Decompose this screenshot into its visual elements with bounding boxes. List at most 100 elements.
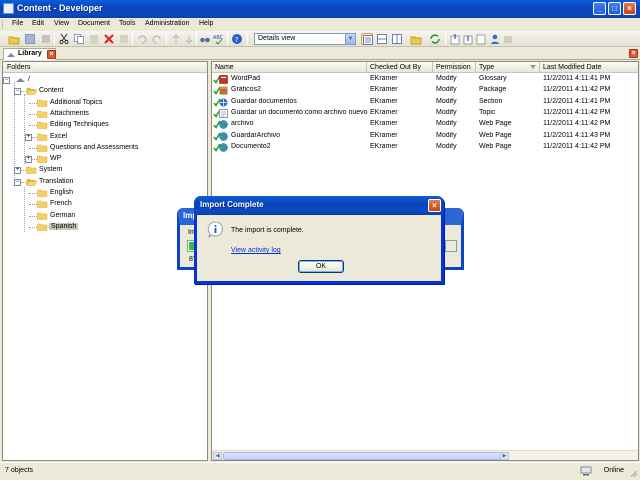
document-icon[interactable] [475, 33, 487, 45]
menu-tools[interactable]: Tools [119, 20, 135, 27]
table-row[interactable]: Documento2 EKramer Modify Web Page 11/2/2011… [212, 142, 638, 153]
progress-dialog-button[interactable] [445, 240, 457, 252]
folder-icon [37, 155, 48, 163]
tree-line [29, 125, 37, 127]
scroll-right-icon[interactable]: ▶ [500, 452, 509, 460]
chevron-down-icon[interactable]: ▼ [345, 34, 355, 44]
scroll-left-icon[interactable]: ◀ [213, 452, 222, 460]
expand-icon[interactable]: + [25, 133, 32, 141]
expand-icon[interactable]: + [14, 167, 21, 175]
new-folder-icon[interactable] [410, 33, 422, 45]
cell-name: GuardarArchivo [231, 131, 281, 139]
close-button[interactable]: × [623, 2, 636, 15]
folder-icon [37, 189, 48, 197]
column-header-name[interactable]: Name [212, 62, 367, 73]
view-mode-select[interactable]: Details view ▼ [254, 33, 356, 45]
window-title: Content - Developer [17, 3, 103, 13]
cell-name: Guardar documentos [231, 97, 297, 105]
help-icon[interactable]: ? [231, 33, 243, 45]
toolbar-separator [247, 33, 248, 45]
tree-line [29, 113, 37, 115]
dialog-close-button[interactable]: × [428, 199, 441, 212]
cell-permission: Modify [436, 86, 457, 94]
menu-help[interactable]: Help [199, 20, 213, 27]
cell-modified: 11/2/2011 4:11:42 PM [543, 120, 611, 128]
folder-icon [26, 88, 37, 95]
expand-icon[interactable]: + [25, 156, 32, 164]
cell-checked-out-by: EKramer [370, 142, 398, 150]
paste-icon[interactable] [88, 33, 100, 45]
minimize-button[interactable]: _ [593, 2, 606, 15]
check-out-icon[interactable] [462, 33, 474, 45]
user-icon[interactable] [489, 33, 501, 45]
refresh-icon[interactable] [429, 33, 441, 45]
save-icon[interactable] [24, 33, 36, 45]
tree-item-label: Translation [39, 177, 74, 185]
cell-name: Documento2 [231, 142, 271, 150]
collapse-icon[interactable]: − [14, 178, 21, 186]
table-row[interactable]: GuardarArchivo EKramer Modify Web Page 11/2/… [212, 131, 638, 142]
copy-icon[interactable] [73, 33, 85, 45]
table-row[interactable]: archivo EKramer Modify Web Page 11/2/2011 4:… [212, 119, 638, 130]
column-header-checked-out-by[interactable]: Checked Out By [367, 62, 433, 73]
cell-type: Web Page [479, 142, 512, 150]
close-tab-icon[interactable]: × [47, 50, 56, 59]
dialog-message: The import is complete. [231, 227, 304, 234]
svg-text:ABC: ABC [213, 35, 224, 41]
tree-item-label: Attachments [50, 109, 89, 117]
menu-edit[interactable]: Edit [32, 20, 44, 27]
ok-button[interactable]: OK [298, 260, 344, 273]
menu-document[interactable]: Document [78, 20, 110, 27]
split-view-icon[interactable] [391, 33, 403, 45]
package-icon [219, 86, 228, 95]
library-icon [7, 53, 15, 57]
horizontal-scrollbar[interactable]: ◀ ▶ [212, 450, 638, 460]
find-icon[interactable] [199, 33, 211, 45]
toolbar-separator [54, 33, 55, 45]
cell-permission: Modify [436, 108, 457, 116]
cell-modified: 11/2/2011 4:11:43 PM [543, 131, 611, 139]
open-icon[interactable] [8, 33, 20, 45]
move-down-icon[interactable] [183, 33, 195, 45]
properties-icon[interactable] [118, 33, 130, 45]
toolbar-separator [132, 33, 133, 45]
menu-administration[interactable]: Administration [145, 20, 189, 27]
close-pane-icon[interactable]: × [629, 49, 638, 58]
undo-icon[interactable] [136, 33, 148, 45]
maximize-button[interactable]: □ [608, 2, 621, 15]
close-doc-icon[interactable] [40, 33, 52, 45]
tab-library-label: Library [18, 50, 42, 57]
cell-type: Topic [479, 108, 496, 116]
view-activity-log-link[interactable]: View activity log [231, 247, 281, 254]
network-icon [580, 466, 592, 476]
tools-icon[interactable] [502, 33, 514, 45]
scroll-thumb[interactable] [223, 452, 503, 460]
details-view-icon[interactable] [361, 33, 373, 45]
cell-type: Package [479, 86, 507, 94]
collapse-icon[interactable]: − [14, 88, 21, 96]
menu-view[interactable]: View [54, 20, 69, 27]
object-count: 7 objects [5, 467, 34, 474]
cell-modified: 11/2/2011 4:11:42 PM [543, 86, 611, 94]
table-row[interactable]: Guardar un documento como archivo nuevo E… [212, 108, 638, 119]
cell-modified: 11/2/2011 4:11:41 PM [543, 97, 611, 105]
table-row[interactable]: Gráficos2 EKramer Modify Package 11/2/2011 4… [212, 85, 638, 96]
table-row[interactable]: WordPad EKramer Modify Glossary 11/2/2011 4:… [212, 74, 638, 85]
delete-icon[interactable] [103, 33, 115, 45]
column-header-last-modified[interactable]: Last Modified Date [540, 62, 638, 73]
move-up-icon[interactable] [170, 33, 182, 45]
tree-line [24, 94, 25, 164]
table-row[interactable]: Guardar documentos EKramer Modify Section 11… [212, 97, 638, 108]
resize-grip-icon[interactable] [628, 468, 638, 478]
check-in-icon[interactable] [449, 33, 461, 45]
folder-icon [37, 110, 48, 118]
cut-icon[interactable] [58, 33, 70, 45]
outline-view-icon[interactable] [376, 33, 388, 45]
menu-file[interactable]: File [12, 20, 23, 27]
tab-library[interactable]: Library × [3, 48, 56, 60]
collapse-icon[interactable]: − [3, 77, 10, 84]
column-header-permission[interactable]: Permission [433, 62, 476, 73]
spellcheck-icon[interactable]: ABC [213, 33, 225, 45]
tree-item-label: Questions and Assessments [50, 143, 139, 151]
redo-icon[interactable] [151, 33, 163, 45]
